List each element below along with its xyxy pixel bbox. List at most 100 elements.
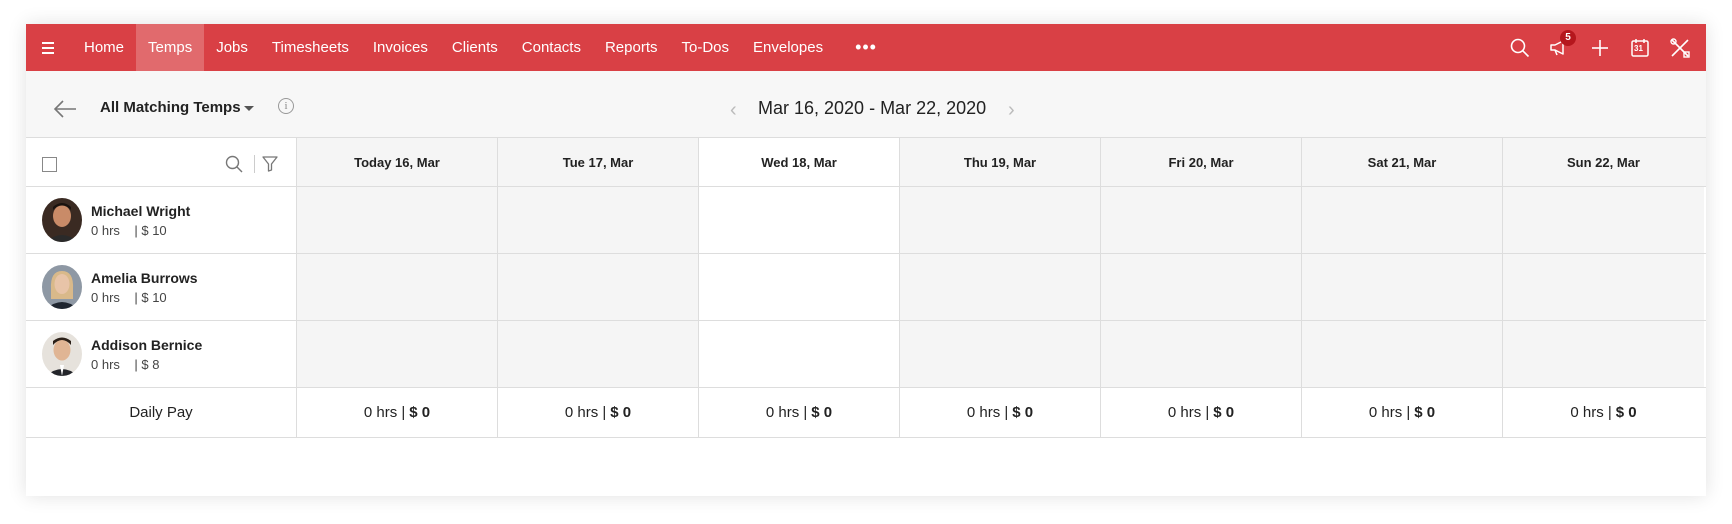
daily-pay-label: Daily Pay [26, 388, 297, 437]
temp-cell[interactable]: Addison Bernice 0 hrs | $ 8 [26, 321, 297, 387]
avatar [42, 265, 82, 309]
schedule-cell[interactable] [1101, 254, 1302, 320]
daily-hours: 0 hrs | [765, 404, 808, 421]
back-arrow-icon[interactable] [52, 99, 78, 119]
schedule-cell[interactable] [900, 254, 1101, 320]
daily-pay-cell: 0 hrs | $ 0 [900, 388, 1101, 437]
schedule-cell[interactable] [900, 187, 1101, 253]
temp-rate: | $ 10 [134, 222, 167, 238]
schedule-cell[interactable] [699, 321, 900, 387]
add-icon[interactable] [1588, 36, 1612, 60]
temp-name: Addison Bernice [91, 336, 203, 353]
nav-item-jobs[interactable]: Jobs [204, 24, 260, 71]
notification-badge: 5 [1560, 29, 1576, 46]
nav-actions: 5 31 [1508, 24, 1692, 71]
header-left-cell [26, 138, 297, 186]
daily-pay: $ 0 [811, 404, 833, 421]
daily-pay-row: Daily Pay 0 hrs | $ 0 0 hrs | $ 0 0 hrs | $… [26, 388, 1706, 438]
nav-item-timesheets[interactable]: Timesheets [260, 24, 361, 71]
search-icon[interactable] [225, 155, 243, 178]
daily-pay: $ 0 [1012, 404, 1034, 421]
nav-items: Home Temps Jobs Timesheets Invoices Clie… [72, 24, 877, 71]
nav-item-reports[interactable]: Reports [593, 24, 670, 71]
schedule-cell[interactable] [498, 254, 699, 320]
daily-pay: $ 0 [1615, 404, 1637, 421]
search-icon[interactable] [1508, 36, 1532, 60]
top-nav: Home Temps Jobs Timesheets Invoices Clie… [26, 24, 1706, 71]
schedule-cell[interactable] [1503, 321, 1704, 387]
table-row: Amelia Burrows 0 hrs | $ 10 [26, 254, 1706, 321]
temp-hours: 0 hrs [91, 356, 120, 372]
temp-hours: 0 hrs [91, 289, 120, 305]
schedule-cell[interactable] [1302, 187, 1503, 253]
info-icon[interactable]: i [278, 98, 294, 114]
menu-icon[interactable] [42, 41, 62, 54]
daily-hours: 0 hrs | [1570, 404, 1612, 421]
temp-rate: | $ 10 [134, 289, 167, 305]
daily-hours: 0 hrs | [966, 404, 1009, 421]
more-icon[interactable]: ••• [855, 24, 877, 71]
daily-pay-cell: 0 hrs | $ 0 [498, 388, 699, 437]
temp-rate: | $ 8 [134, 356, 160, 372]
daily-pay: $ 0 [1213, 404, 1235, 421]
tools-icon[interactable] [1668, 36, 1692, 60]
schedule-cell[interactable] [1503, 187, 1704, 253]
schedule-cell[interactable] [699, 187, 900, 253]
nav-item-todos[interactable]: To-Dos [670, 24, 742, 71]
schedule-cell[interactable] [1503, 254, 1704, 320]
nav-item-temps[interactable]: Temps [136, 24, 205, 71]
app-window: Home Temps Jobs Timesheets Invoices Clie… [26, 24, 1706, 496]
prev-week-icon[interactable]: ‹ [730, 99, 737, 122]
schedule-cell[interactable] [699, 254, 900, 320]
schedule-cell[interactable] [1302, 321, 1503, 387]
day-header: Today 16, Mar [297, 138, 498, 186]
filter-dropdown[interactable]: All Matching Temps [100, 99, 241, 116]
day-header: Sat 21, Mar [1302, 138, 1503, 186]
schedule-cell[interactable] [498, 187, 699, 253]
divider [254, 155, 255, 173]
grid-header: Today 16, Mar Tue 17, Mar Wed 18, Mar Th… [26, 137, 1706, 187]
daily-hours: 0 hrs | [1167, 404, 1210, 421]
daily-pay-cell: 0 hrs | $ 0 [1101, 388, 1302, 437]
daily-pay: $ 0 [409, 404, 431, 421]
schedule-grid: Today 16, Mar Tue 17, Mar Wed 18, Mar Th… [26, 137, 1706, 438]
daily-pay: $ 0 [610, 404, 632, 421]
schedule-cell[interactable] [297, 187, 498, 253]
date-range: Mar 16, 2020 - Mar 22, 2020 [758, 98, 987, 118]
nav-item-clients[interactable]: Clients [440, 24, 510, 71]
daily-pay: $ 0 [1414, 404, 1436, 421]
nav-item-home[interactable]: Home [72, 24, 136, 71]
temp-cell[interactable]: Amelia Burrows 0 hrs | $ 10 [26, 254, 297, 320]
calendar-day: 31 [1634, 43, 1643, 53]
temp-cell[interactable]: Michael Wright 0 hrs | $ 10 [26, 187, 297, 253]
filter-icon[interactable] [262, 156, 278, 177]
schedule-cell[interactable] [498, 321, 699, 387]
temp-name: Amelia Burrows [91, 269, 198, 286]
select-all-checkbox[interactable] [42, 157, 57, 172]
day-header: Fri 20, Mar [1101, 138, 1302, 186]
nav-item-envelopes[interactable]: Envelopes [741, 24, 835, 71]
day-header: Tue 17, Mar [498, 138, 699, 186]
daily-hours: 0 hrs | [363, 404, 406, 421]
next-week-icon[interactable]: › [1008, 99, 1015, 122]
schedule-cell[interactable] [297, 254, 498, 320]
avatar [42, 332, 82, 376]
daily-pay-cell: 0 hrs | $ 0 [1302, 388, 1503, 437]
daily-hours: 0 hrs | [1368, 404, 1411, 421]
announcement-icon[interactable]: 5 [1548, 29, 1576, 60]
daily-pay-cell: 0 hrs | $ 0 [699, 388, 900, 437]
schedule-cell[interactable] [1302, 254, 1503, 320]
nav-item-contacts[interactable]: Contacts [510, 24, 593, 71]
schedule-cell[interactable] [1101, 187, 1302, 253]
chevron-down-icon[interactable] [244, 106, 254, 111]
day-header: Wed 18, Mar [699, 138, 900, 186]
day-header: Sun 22, Mar [1503, 138, 1704, 186]
avatar [42, 198, 82, 242]
schedule-cell[interactable] [900, 321, 1101, 387]
table-row: Michael Wright 0 hrs | $ 10 [26, 187, 1706, 254]
nav-item-invoices[interactable]: Invoices [361, 24, 440, 71]
calendar-icon[interactable]: 31 [1628, 36, 1652, 60]
schedule-cell[interactable] [297, 321, 498, 387]
schedule-cell[interactable] [1101, 321, 1302, 387]
temp-hours: 0 hrs [91, 222, 120, 238]
